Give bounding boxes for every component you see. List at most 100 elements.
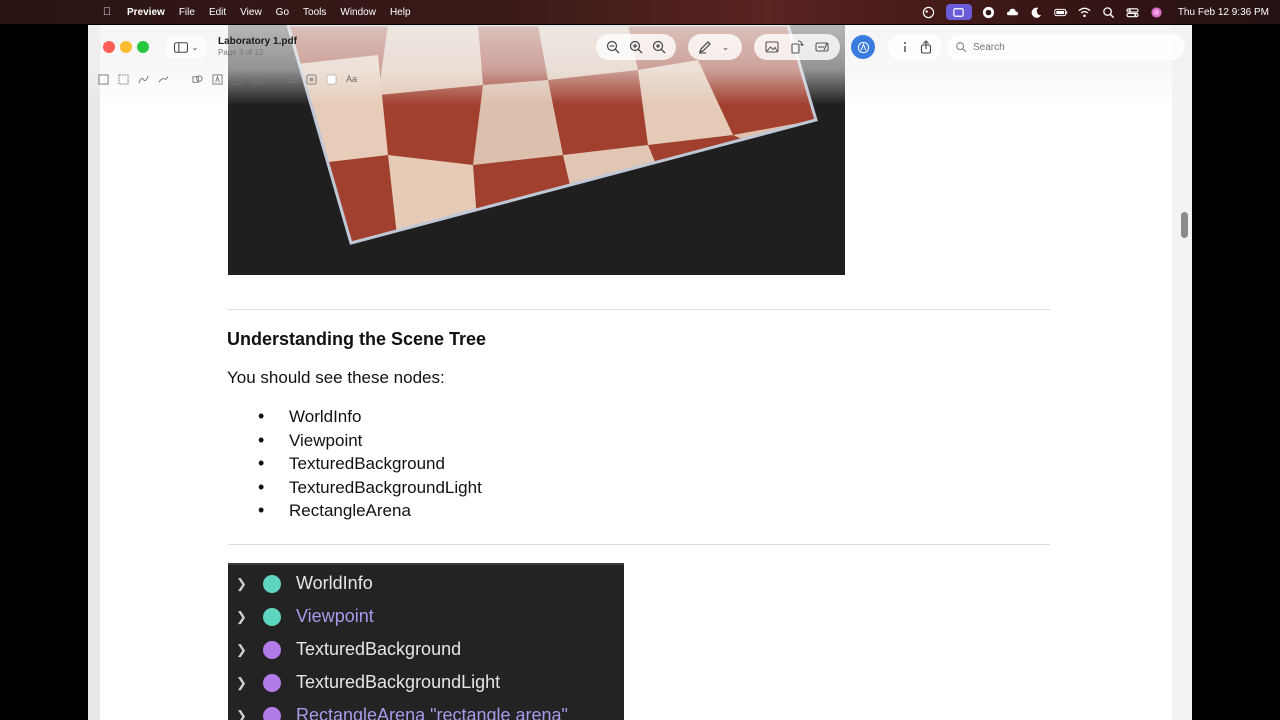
intro-paragraph: You should see these nodes:	[227, 368, 445, 387]
zoom-fit-icon	[652, 40, 666, 54]
crop-button[interactable]	[762, 37, 782, 57]
control-center-icon[interactable]	[1126, 6, 1140, 18]
markup-toolbar: Aa	[98, 70, 366, 88]
node-dot-icon	[263, 640, 281, 659]
tree-row: ❯ TexturedBackgroundLight	[228, 666, 624, 699]
zoom-controls	[596, 34, 676, 60]
highlighter-icon	[857, 41, 869, 53]
zoom-to-fit-button[interactable]	[649, 37, 669, 57]
info-button[interactable]	[895, 37, 915, 57]
wifi-icon[interactable]	[1078, 6, 1092, 18]
tree-row: ❯ Viewpoint	[228, 600, 624, 633]
tree-row-label: WorldInfo	[296, 573, 373, 593]
tree-row: ❯ WorldInfo	[228, 567, 624, 600]
vertical-scrollbar[interactable]	[1172, 25, 1192, 720]
menu-app-name[interactable]: Preview	[127, 7, 165, 18]
zoom-out-icon	[607, 40, 620, 54]
node-dot-icon	[263, 607, 281, 626]
chevron-right-icon: ❯	[236, 707, 247, 720]
menu-file[interactable]: File	[179, 7, 195, 18]
screen-record-icon[interactable]	[945, 4, 972, 20]
tree-row-label: TexturedBackgroundLight	[296, 672, 501, 692]
image-icon	[765, 41, 779, 53]
list-item: WorldInfo	[258, 405, 482, 429]
info-icon	[903, 42, 906, 52]
text-box-icon[interactable]	[212, 72, 223, 86]
rotate-icon	[791, 40, 804, 54]
markup-controls: ⌄	[688, 34, 742, 60]
page-tools	[754, 34, 840, 60]
close-window-button[interactable]	[103, 41, 115, 53]
search-icon	[956, 42, 967, 53]
battery-icon[interactable]	[1054, 6, 1068, 18]
menu-clock[interactable]: Thu Feb 12 9:36 PM	[1178, 7, 1269, 18]
search-field[interactable]	[947, 34, 1185, 60]
form-fill-button[interactable]	[812, 37, 832, 57]
horizontal-rule	[228, 544, 1050, 545]
text-style-icon[interactable]: Aa	[346, 72, 357, 86]
list-item: Viewpoint	[258, 429, 482, 453]
status-area: Thu Feb 12 9:36 PM	[912, 0, 1280, 24]
zoom-window-button[interactable]	[137, 41, 149, 53]
note-icon[interactable]	[252, 72, 263, 86]
markup-button[interactable]	[695, 37, 715, 57]
shapes-icon[interactable]	[192, 72, 203, 86]
sketch-icon[interactable]	[138, 72, 149, 86]
menu-go[interactable]: Go	[276, 7, 289, 18]
section-heading: Understanding the Scene Tree	[227, 329, 487, 349]
tree-row: ❯ TexturedBackground	[228, 633, 624, 666]
window-toolbar: ⌄ Laboratory 1.pdf Page 3 of 12 ⌄ Search…	[88, 25, 1192, 105]
highlight-button[interactable]	[851, 35, 875, 59]
grammarly-icon[interactable]	[982, 6, 996, 18]
menu-edit[interactable]: Edit	[209, 7, 226, 18]
zoom-out-button[interactable]	[603, 37, 623, 57]
fill-color-icon[interactable]	[326, 72, 337, 86]
menu-view[interactable]: View	[240, 7, 262, 18]
shape-style-icon[interactable]	[286, 72, 297, 86]
sidebar-toggle-button[interactable]: ⌄	[166, 36, 206, 58]
spotlight-search-icon[interactable]	[1102, 6, 1116, 18]
share-button[interactable]	[916, 37, 936, 57]
draw-icon[interactable]	[158, 72, 169, 86]
info-share-controls	[888, 34, 942, 60]
sign-icon[interactable]	[232, 72, 243, 86]
tree-row-label: RectangleArena "rectangle arena"	[296, 705, 568, 720]
node-dot-icon	[263, 574, 281, 593]
tree-row-label: TexturedBackground	[296, 639, 462, 659]
menu-help[interactable]: Help	[390, 7, 411, 18]
zoom-in-icon	[629, 40, 643, 54]
list-item: TexturedBackground	[258, 452, 482, 476]
node-bullet-list: WorldInfo Viewpoint TexturedBackground T…	[258, 405, 482, 523]
siri-icon[interactable]	[1150, 6, 1164, 18]
document-title: Laboratory 1.pdf	[218, 36, 297, 47]
scrollbar-thumb[interactable]	[1181, 212, 1188, 238]
markup-menu-button[interactable]: ⌄	[716, 37, 736, 57]
menu-bar:  Preview File Edit View Go Tools Window…	[0, 0, 1280, 24]
border-color-icon[interactable]	[306, 72, 317, 86]
rect-selection-icon[interactable]	[118, 72, 129, 86]
text-selection-icon[interactable]	[98, 72, 109, 86]
page-indicator: Page 3 of 12	[218, 48, 264, 57]
window-left-edge	[88, 25, 100, 720]
node-dot-icon	[263, 706, 281, 720]
color-picker-icon[interactable]	[922, 6, 936, 18]
chevron-down-icon: ⌄	[191, 42, 199, 52]
menu-tools[interactable]: Tools	[303, 7, 326, 18]
chevron-right-icon: ❯	[236, 641, 247, 657]
node-dot-icon	[263, 673, 281, 692]
list-item: RectangleArena	[258, 499, 482, 523]
tree-row: ❯ RectangleArena "rectangle arena"	[228, 699, 624, 720]
moon-icon[interactable]	[1030, 6, 1044, 18]
apple-menu-icon[interactable]: 	[101, 6, 113, 18]
chevron-right-icon: ❯	[236, 674, 247, 690]
zoom-in-button[interactable]	[626, 37, 646, 57]
search-input[interactable]	[973, 41, 1173, 53]
rotate-button[interactable]	[787, 37, 807, 57]
horizontal-rule	[228, 309, 1050, 310]
menu-window[interactable]: Window	[340, 7, 376, 18]
sidebar-icon	[173, 41, 188, 53]
chevron-right-icon: ❯	[236, 608, 247, 624]
list-item: TexturedBackgroundLight	[258, 476, 482, 500]
cloud-icon[interactable]	[1006, 6, 1020, 18]
minimize-window-button[interactable]	[120, 41, 132, 53]
